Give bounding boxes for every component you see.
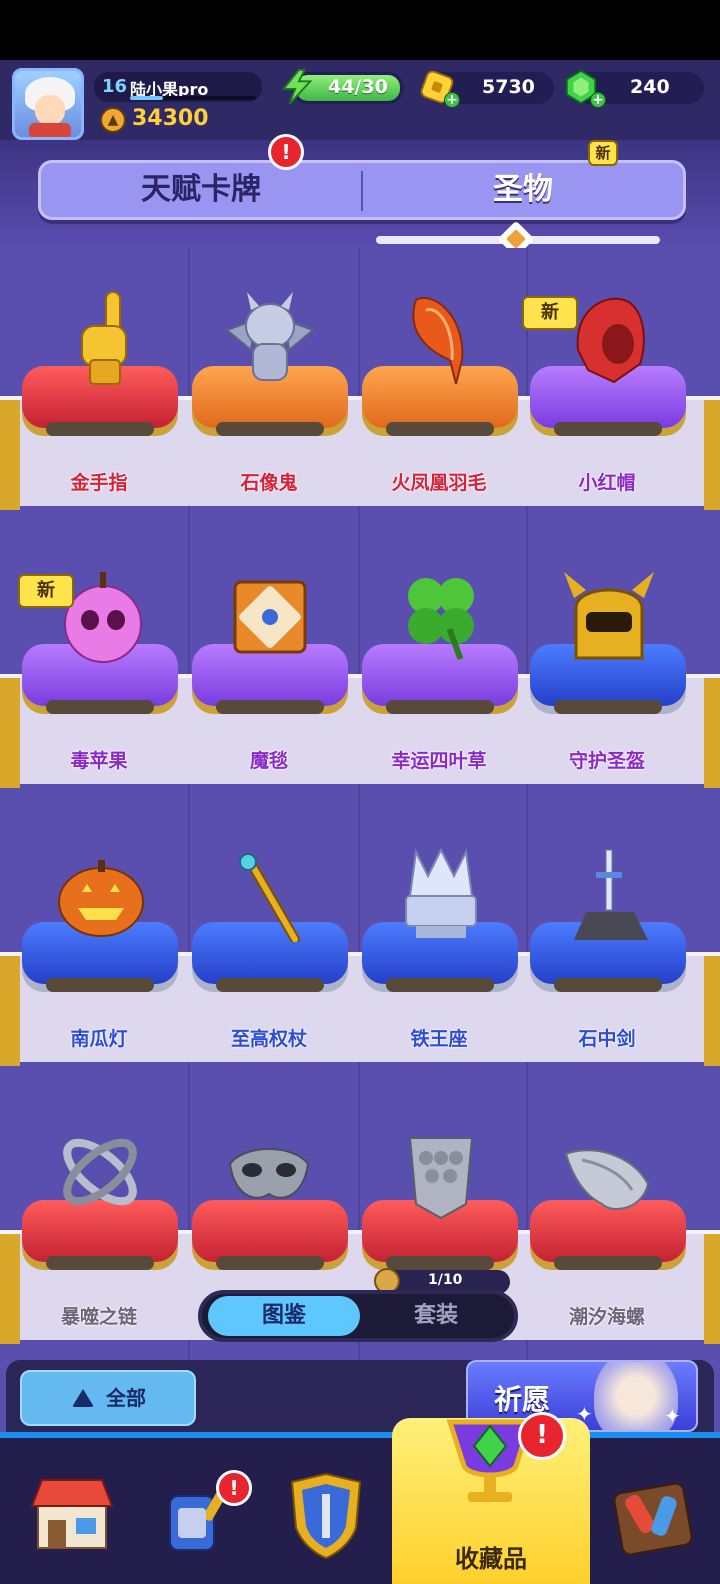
relic-card[interactable]: 石中剑 bbox=[512, 804, 686, 1064]
relic-name: 小红帽 bbox=[578, 472, 636, 494]
relic-card[interactable]: 守护圣盔 bbox=[512, 526, 686, 786]
nav-collection-label: 收藏品 bbox=[455, 1545, 527, 1573]
nav-board[interactable] bbox=[610, 1444, 720, 1584]
avatar-scarf bbox=[29, 123, 71, 137]
filter-label: 全部 bbox=[106, 1386, 146, 1410]
tab-catalog[interactable]: 图鉴 bbox=[208, 1296, 360, 1336]
relic-name: 石像鬼 bbox=[240, 472, 298, 494]
relic-card[interactable]: 新 小红帽 bbox=[512, 248, 686, 508]
level-box: 16 陆小果pro bbox=[94, 72, 262, 102]
gem-counter[interactable]: + 240 bbox=[565, 69, 704, 108]
top-bar: 16 陆小果pro ▲ 34300 44/30 + 5730 + 240 bbox=[0, 60, 720, 140]
relic-name: 铁王座 bbox=[410, 1028, 468, 1050]
trophy-icon: ▲ bbox=[100, 107, 126, 133]
mask-icon bbox=[228, 1148, 310, 1199]
filter-triangle-icon bbox=[72, 1389, 94, 1407]
trophy-value: 34300 bbox=[132, 106, 209, 131]
avatar-face bbox=[35, 95, 65, 125]
relic-card[interactable]: 石像鬼 bbox=[174, 248, 348, 508]
relic-name: 守护圣盔 bbox=[568, 750, 645, 772]
armory-alert-icon: ! bbox=[216, 1470, 252, 1506]
category-tabs-area: 天赋卡牌 圣物 ! 新 bbox=[0, 134, 720, 258]
relic-card[interactable]: 金手指 bbox=[4, 248, 178, 508]
shield-icon bbox=[290, 1472, 362, 1560]
relic-card[interactable]: 新 毒苹果 bbox=[4, 526, 178, 786]
relic-name: 火凤凰羽毛 bbox=[391, 472, 487, 494]
avatar[interactable] bbox=[12, 68, 84, 140]
board-icon bbox=[613, 1482, 693, 1556]
relic-name: 幸运四叶草 bbox=[391, 750, 487, 772]
relic-new-tag: 新 bbox=[588, 140, 618, 166]
gold-plus-icon[interactable]: + bbox=[444, 92, 460, 108]
relic-card[interactable]: 南瓜灯 bbox=[4, 804, 178, 1064]
relic-card[interactable]: 铁王座 bbox=[344, 804, 518, 1064]
gem-value: 240 bbox=[630, 76, 670, 98]
relic-name: 至高权杖 bbox=[230, 1028, 307, 1050]
relic-card[interactable]: 潮汐海螺 bbox=[512, 1082, 686, 1342]
filter-bar: 全部 祈愿 ✦ ✦ bbox=[6, 1360, 714, 1432]
status-bar bbox=[0, 0, 720, 60]
tab-talent-cards[interactable]: 天赋卡牌 bbox=[41, 163, 361, 217]
shop-icon bbox=[30, 1479, 114, 1549]
chain-icon bbox=[63, 1138, 137, 1206]
relic-name: 魔毯 bbox=[249, 750, 288, 772]
gargoyle-icon bbox=[225, 292, 315, 381]
iron-throne-icon bbox=[405, 847, 477, 938]
view-toggle: 图鉴 套装 bbox=[198, 1290, 518, 1342]
talent-alert-icon: ! bbox=[268, 134, 304, 170]
gold-value: 5730 bbox=[482, 76, 535, 98]
four-leaf-clover-icon bbox=[408, 578, 474, 661]
relic-name: 石中剑 bbox=[578, 1028, 636, 1050]
sword-in-stone-icon bbox=[574, 849, 648, 940]
tab-sets[interactable]: 套装 bbox=[360, 1296, 512, 1336]
xp-bar-fill bbox=[130, 96, 163, 100]
energy-icon bbox=[281, 68, 313, 105]
gold-counter[interactable]: + 5730 bbox=[420, 70, 554, 108]
filter-all-button[interactable]: 全部 bbox=[20, 1370, 196, 1426]
new-badge: 新 bbox=[522, 296, 578, 330]
new-badge: 新 bbox=[18, 574, 74, 608]
nav-armory[interactable]: ! bbox=[160, 1444, 300, 1584]
supreme-scepter-icon bbox=[239, 853, 300, 942]
gem-plus-icon[interactable]: + bbox=[590, 92, 606, 108]
category-tabs: 天赋卡牌 圣物 bbox=[38, 160, 686, 220]
golden-finger-icon bbox=[81, 291, 127, 385]
trophy-count: ▲ 34300 bbox=[96, 106, 264, 136]
scale-armor-icon bbox=[408, 1137, 474, 1220]
relic-card[interactable]: 魔毯 bbox=[174, 526, 348, 786]
relic-name: 毒苹果 bbox=[70, 750, 128, 772]
bottom-nav: ! ! 收藏品 bbox=[0, 1412, 720, 1584]
collection-alert-icon: ! bbox=[518, 1412, 566, 1460]
conch-icon bbox=[564, 1149, 650, 1211]
set-progress-text: 1/10 bbox=[428, 1272, 463, 1288]
player-level: 16 bbox=[102, 76, 128, 97]
relic-card[interactable]: 幸运四叶草 bbox=[344, 526, 518, 786]
relic-grid: 金手指 石像鬼 火凤凰羽毛 新 小红帽 新 毒苹果 魔毯 幸运四叶草 守护圣盔 … bbox=[0, 248, 720, 1360]
nav-collection[interactable]: ! 收藏品 bbox=[392, 1412, 590, 1584]
relic-card[interactable]: 火凤凰羽毛 bbox=[344, 248, 518, 508]
phoenix-feather-icon bbox=[412, 297, 464, 385]
relic-card[interactable]: 暴噬之链 bbox=[4, 1082, 178, 1342]
nav-shop[interactable] bbox=[22, 1444, 162, 1584]
sparkle-icon: ✦ bbox=[664, 1404, 681, 1428]
xp-bar bbox=[130, 96, 256, 100]
relic-card[interactable]: 至高权杖 bbox=[174, 804, 348, 1064]
relic-name: 南瓜灯 bbox=[70, 1028, 128, 1050]
relic-name: 潮汐海螺 bbox=[568, 1306, 645, 1328]
guardian-helmet-icon bbox=[564, 572, 654, 660]
energy-counter[interactable]: 44/30 bbox=[281, 68, 404, 105]
jack-o-lantern-icon bbox=[58, 860, 144, 937]
magic-carpet-icon bbox=[233, 580, 307, 654]
relic-name: 金手指 bbox=[70, 472, 128, 494]
relic-name: 暴噬之链 bbox=[60, 1306, 137, 1328]
energy-value: 44/30 bbox=[328, 76, 388, 98]
tab-relics[interactable]: 圣物 bbox=[363, 163, 683, 217]
